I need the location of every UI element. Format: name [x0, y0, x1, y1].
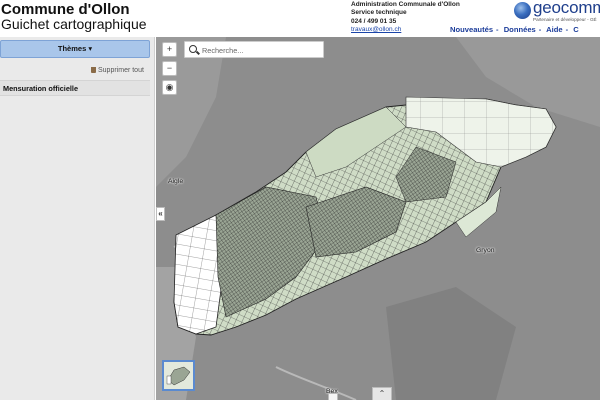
geocomm-logo[interactable]: geocomm Partenaire et développeur - GÉ: [514, 0, 600, 25]
nav-contact[interactable]: C: [573, 25, 578, 34]
overview-map-button[interactable]: [162, 360, 195, 391]
admin-email-link[interactable]: travaux@ollon.ch: [351, 26, 460, 34]
themes-button[interactable]: Thèmes ▾: [0, 40, 150, 58]
nav-separator: -: [538, 25, 542, 34]
theme-label: Mensuration officielle: [3, 84, 79, 93]
place-label-gryon: Gryon: [476, 247, 495, 254]
sidebar: Thèmes ▾ Supprimer tout Mensuration offi…: [0, 37, 155, 400]
zoom-out-button[interactable]: −: [162, 61, 177, 76]
map-view[interactable]: + − ◉ « Aigle Gryon Bex ⌃: [156, 37, 600, 400]
target-icon: ◉: [165, 82, 174, 92]
expand-panel-button[interactable]: ⌃: [372, 387, 392, 400]
contact-block: Administration Communale d'Ollon Service…: [351, 1, 460, 34]
logo-text: geocomm: [533, 0, 600, 17]
nav-separator: -: [565, 25, 569, 34]
admin-name: Administration Communale d'Ollon: [351, 1, 460, 8]
locate-button[interactable]: ◉: [162, 80, 177, 95]
nav-data[interactable]: Données: [504, 25, 536, 34]
search-icon: [189, 45, 197, 53]
nav-separator: -: [496, 25, 499, 34]
admin-phone: 024 / 499 01 35: [351, 17, 397, 25]
search-box[interactable]: [184, 41, 324, 58]
collapse-sidebar-button[interactable]: «: [156, 207, 165, 221]
nav-help[interactable]: Aide: [546, 25, 562, 34]
map-canvas[interactable]: [156, 37, 600, 400]
overview-thumbnail: [164, 362, 193, 389]
logo-tagline: Partenaire et développeur - GÉ: [533, 17, 597, 22]
admin-service: Service technique: [351, 9, 407, 17]
remove-all-button[interactable]: Supprimer tout: [91, 67, 144, 74]
top-nav: Nouveautés - Données - Aide - C: [450, 25, 581, 34]
globe-icon: [514, 2, 531, 19]
app-subtitle: Guichet cartographique: [1, 16, 147, 32]
search-input[interactable]: [202, 44, 320, 56]
nav-news[interactable]: Nouveautés: [450, 25, 493, 34]
trash-icon: [91, 67, 96, 73]
app-header: Commune d'Ollon Guichet cartographique A…: [0, 0, 600, 37]
place-label-aigle: Aigle: [168, 178, 184, 185]
zoom-in-button[interactable]: +: [162, 42, 177, 57]
remove-all-label: Supprimer tout: [98, 67, 144, 74]
bottom-tab[interactable]: [328, 393, 338, 400]
theme-item[interactable]: Mensuration officielle: [0, 80, 150, 96]
